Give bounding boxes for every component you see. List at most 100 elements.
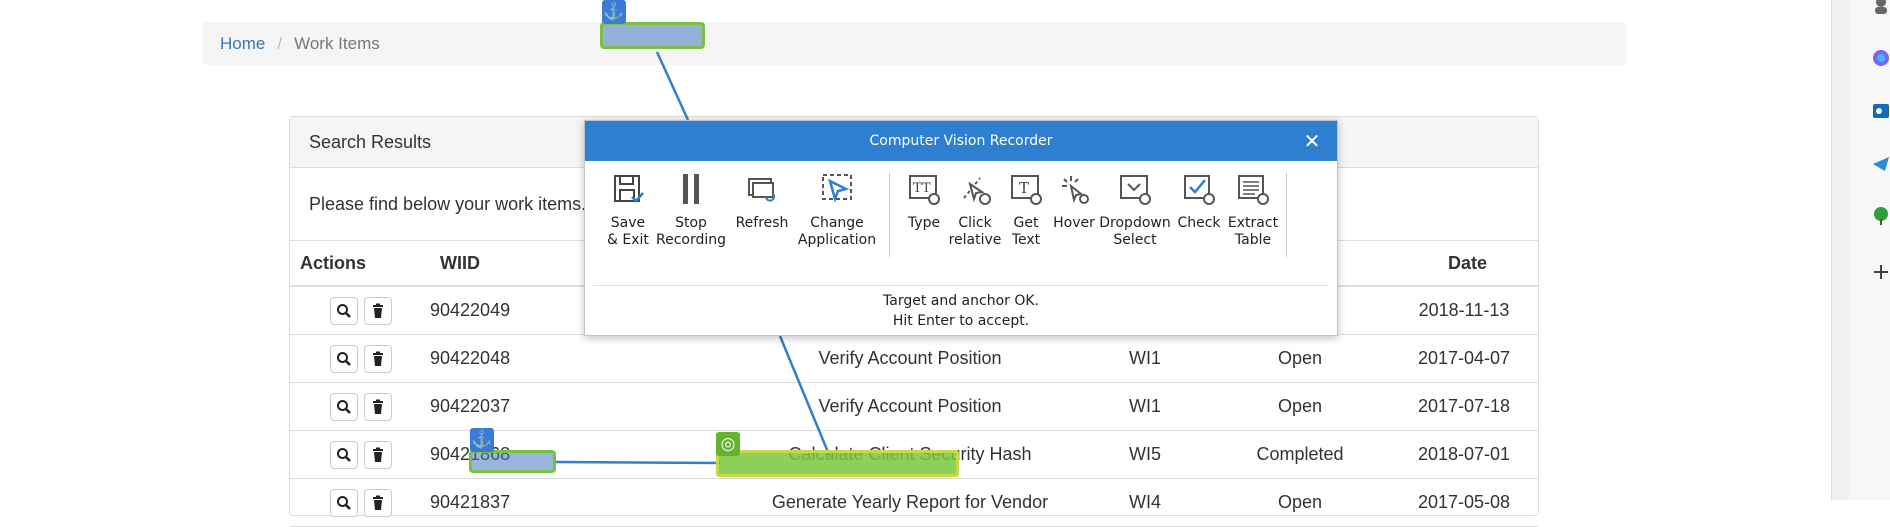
svg-text:T: T xyxy=(922,181,931,196)
anchor-highlight-wiid[interactable] xyxy=(469,450,556,473)
view-button[interactable] xyxy=(330,440,358,469)
delete-button[interactable] xyxy=(364,392,392,421)
refresh-icon xyxy=(744,169,780,209)
delete-button[interactable] xyxy=(364,488,392,517)
search-icon xyxy=(336,447,352,463)
stop-recording-label: Stop Recording xyxy=(655,215,727,248)
cell-status: Completed xyxy=(1210,430,1390,479)
breadcrumb: Home / Work Items xyxy=(202,22,1626,65)
view-button[interactable] xyxy=(330,344,358,373)
recorder-toolbar: Save & Exit Stop Recording Refresh Chang… xyxy=(585,161,1337,271)
send-icon[interactable] xyxy=(1871,154,1890,174)
recorder-divider xyxy=(593,285,1329,286)
view-button[interactable] xyxy=(330,296,358,325)
svg-text:T: T xyxy=(913,181,922,196)
cell-date: 2017-04-07 xyxy=(1390,334,1538,383)
row-actions xyxy=(290,430,430,479)
anchor-icon: ⚓ xyxy=(470,428,494,452)
row-actions xyxy=(290,334,430,383)
svg-text:T: T xyxy=(1019,179,1029,197)
click-relative-label: Click relative xyxy=(948,215,1002,248)
get-text-button[interactable]: T Get Text xyxy=(1002,169,1050,271)
browser-side-panel xyxy=(1849,0,1890,500)
save-exit-button[interactable]: Save & Exit xyxy=(603,169,653,271)
hover-button[interactable]: Hover xyxy=(1050,169,1098,271)
breadcrumb-current: Work Items xyxy=(294,33,380,53)
trash-icon xyxy=(370,399,386,415)
add-icon[interactable] xyxy=(1871,262,1890,282)
delete-button[interactable] xyxy=(364,296,392,325)
cell-date: 2018-07-01 xyxy=(1390,430,1538,479)
trash-icon xyxy=(370,351,386,367)
profile-icon[interactable] xyxy=(1871,0,1890,14)
table-row: 90422037 Verify Account Position WI1 Open 20… xyxy=(290,382,1538,431)
toolbar-separator xyxy=(1286,173,1287,257)
delete-button[interactable] xyxy=(364,440,392,469)
copilot-icon[interactable] xyxy=(1871,48,1890,68)
cell-type: WI1 xyxy=(1080,334,1210,383)
toolbar-separator xyxy=(889,173,890,257)
recorder-titlebar: Computer Vision Recorder ✕ xyxy=(585,121,1337,161)
col-header-date[interactable]: Date xyxy=(1390,240,1538,287)
cell-date: 2017-07-18 xyxy=(1390,382,1538,431)
type-icon: TT xyxy=(906,169,942,209)
dropdown-select-label: Dropdown Select xyxy=(1099,215,1171,248)
extract-table-button[interactable]: Extract Table xyxy=(1226,169,1280,271)
anchor-highlight-top[interactable] xyxy=(600,22,705,49)
delete-button[interactable] xyxy=(364,344,392,373)
cell-description: Verify Account Position xyxy=(740,334,1080,383)
row-actions xyxy=(290,478,430,527)
target-highlight[interactable] xyxy=(716,450,959,477)
check-button[interactable]: Check xyxy=(1172,169,1226,271)
search-icon xyxy=(336,303,352,319)
trash-icon xyxy=(370,447,386,463)
check-label: Check xyxy=(1177,215,1221,231)
refresh-label: Refresh xyxy=(735,215,789,231)
cell-wiid: 90422048 xyxy=(430,334,740,383)
view-button[interactable] xyxy=(330,488,358,517)
page-scrollbar[interactable] xyxy=(1831,0,1849,500)
click-relative-icon xyxy=(957,169,993,209)
cell-wiid: 90422037 xyxy=(430,382,740,431)
hover-label: Hover xyxy=(1053,215,1095,231)
refresh-button[interactable]: Refresh xyxy=(729,169,795,271)
get-text-label: Get Text xyxy=(1011,215,1041,248)
save-exit-label: Save & Exit xyxy=(607,215,649,248)
cell-wiid: 90421837 xyxy=(430,478,740,527)
tree-icon[interactable] xyxy=(1871,206,1890,226)
stop-recording-button[interactable]: Stop Recording xyxy=(653,169,729,271)
cell-status: Open xyxy=(1210,382,1390,431)
get-text-icon: T xyxy=(1008,169,1044,209)
change-application-button[interactable]: Change Application xyxy=(795,169,879,271)
recorder-title: Computer Vision Recorder xyxy=(869,133,1053,149)
breadcrumb-separator: / xyxy=(277,33,283,53)
cell-date: 2018-11-13 xyxy=(1390,286,1538,335)
breadcrumb-home-link[interactable]: Home xyxy=(220,34,265,54)
row-actions xyxy=(290,382,430,431)
view-button[interactable] xyxy=(330,392,358,421)
dropdown-select-button[interactable]: Dropdown Select xyxy=(1098,169,1172,271)
search-icon xyxy=(336,351,352,367)
cell-status: Open xyxy=(1210,478,1390,527)
recorder-status-message: Target and anchor OK. Hit Enter to accep… xyxy=(883,293,1039,329)
computer-vision-recorder-dialog: Computer Vision Recorder ✕ Save & Exit S… xyxy=(584,120,1338,336)
cursor-select-icon xyxy=(819,169,855,209)
extract-table-label: Extract Table xyxy=(1227,215,1279,248)
outlook-icon[interactable] xyxy=(1871,101,1890,121)
table-row: 90422048 Verify Account Position WI1 Open 20… xyxy=(290,334,1538,383)
close-icon[interactable]: ✕ xyxy=(1301,130,1323,152)
anchor-icon: ⚓ xyxy=(602,0,626,24)
trash-icon xyxy=(370,495,386,511)
cell-description: Verify Account Position xyxy=(740,382,1080,431)
hover-icon xyxy=(1056,169,1092,209)
col-header-actions[interactable]: Actions xyxy=(290,240,430,287)
cell-type: WI5 xyxy=(1080,430,1210,479)
click-relative-button[interactable]: Click relative xyxy=(948,169,1002,271)
cell-type: WI1 xyxy=(1080,382,1210,431)
pause-icon xyxy=(673,169,709,209)
row-actions xyxy=(290,286,430,335)
trash-icon xyxy=(370,303,386,319)
cell-type: WI4 xyxy=(1080,478,1210,527)
type-button[interactable]: TT Type xyxy=(900,169,948,271)
type-label: Type xyxy=(907,215,941,231)
